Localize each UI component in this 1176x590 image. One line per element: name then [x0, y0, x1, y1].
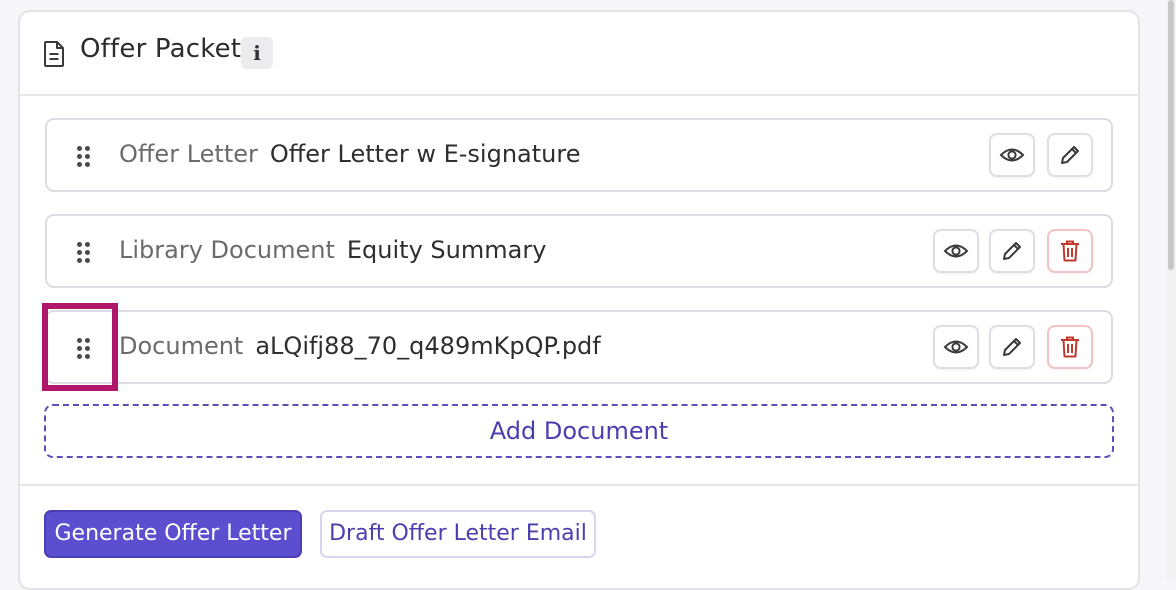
document-type: Document: [119, 332, 244, 360]
document-row: Offer Letter Offer Letter w E-signature: [45, 118, 1113, 192]
drag-handle-icon[interactable]: [73, 144, 95, 170]
pencil-icon: [1003, 242, 1021, 260]
document-name: Offer Letter w E-signature: [269, 140, 581, 168]
page-title: Offer Packet: [80, 34, 242, 64]
eye-icon: [943, 340, 969, 354]
info-button[interactable]: i: [241, 37, 273, 69]
trash-icon: [1061, 240, 1079, 262]
document-type-label: Offer Letter Offer Letter w E-signature: [119, 140, 580, 168]
document-type: Offer Letter: [119, 140, 258, 168]
document-type: Library Document: [119, 236, 335, 264]
drag-handle-highlight: [42, 303, 118, 391]
document-name: aLQifj88_70_q489mKpQP.pdf: [255, 332, 601, 360]
document-row: Library Document Equity Summary: [45, 214, 1113, 288]
document-row: Document aLQifj88_70_q489mKpQP.pdf: [45, 310, 1113, 384]
edit-button[interactable]: [989, 229, 1035, 273]
footer-divider: [20, 484, 1138, 486]
offer-packet-card: Offer Packet i Offer Letter Offer Letter …: [18, 10, 1140, 590]
edit-button[interactable]: [1047, 133, 1093, 177]
eye-icon: [943, 244, 969, 258]
scrollbar-thumb[interactable]: [1168, 0, 1174, 270]
trash-icon: [1061, 336, 1079, 358]
generate-offer-letter-button[interactable]: Generate Offer Letter: [44, 510, 302, 558]
document-icon: [44, 41, 64, 67]
view-button[interactable]: [933, 325, 979, 369]
document-type-label: Document aLQifj88_70_q489mKpQP.pdf: [119, 332, 601, 360]
drag-handle-icon[interactable]: [73, 240, 95, 266]
add-document-button[interactable]: Add Document: [44, 404, 1114, 458]
edit-button[interactable]: [989, 325, 1035, 369]
view-button[interactable]: [989, 133, 1035, 177]
pencil-icon: [1003, 338, 1021, 356]
draft-offer-letter-email-button[interactable]: Draft Offer Letter Email: [320, 510, 596, 558]
delete-button[interactable]: [1047, 229, 1093, 273]
document-name: Equity Summary: [346, 236, 547, 264]
eye-icon: [999, 148, 1025, 162]
card-header: Offer Packet i: [20, 12, 1138, 96]
pencil-icon: [1061, 146, 1079, 164]
view-button[interactable]: [933, 229, 979, 273]
delete-button[interactable]: [1047, 325, 1093, 369]
document-type-label: Library Document Equity Summary: [119, 236, 546, 264]
